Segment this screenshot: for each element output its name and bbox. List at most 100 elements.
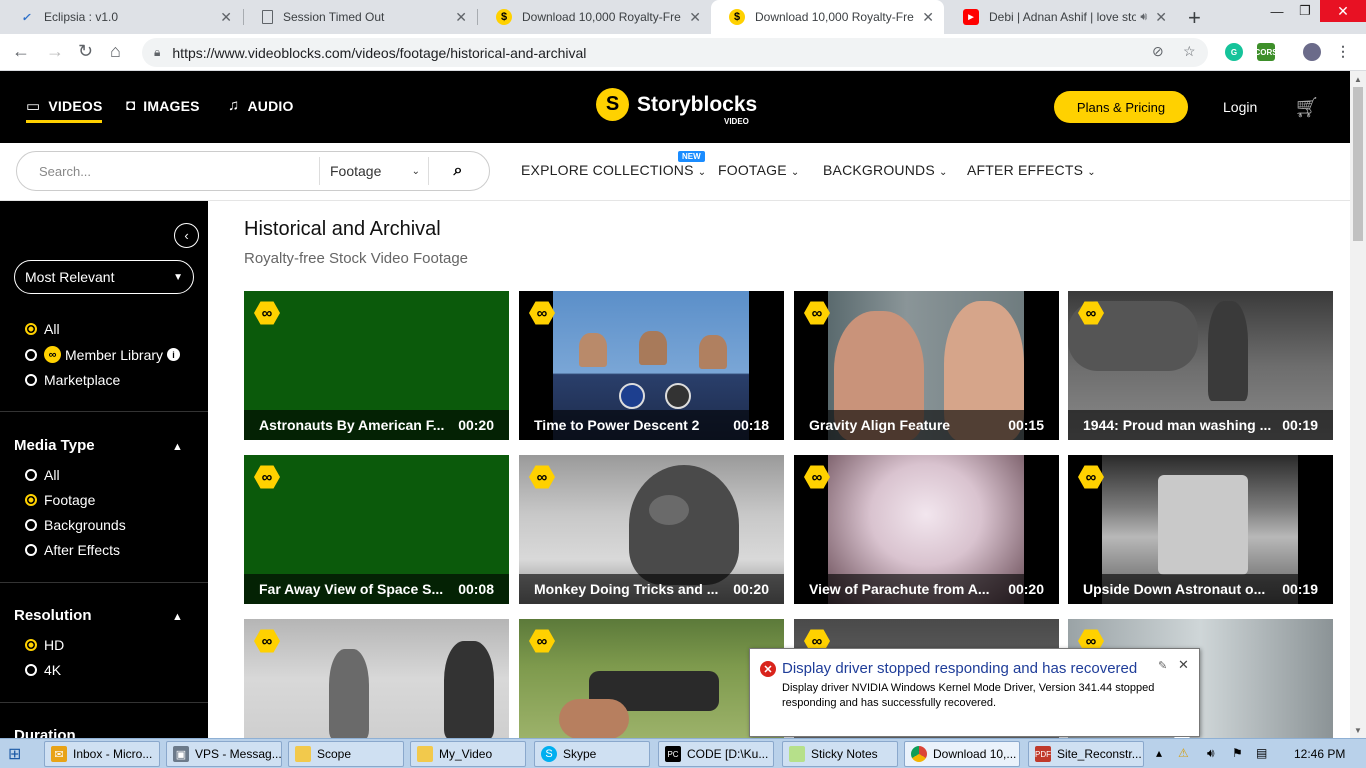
- browser-tab[interactable]: ✓ Eclipsia : v1.0 ✕: [0, 0, 242, 34]
- grammarly-icon[interactable]: G: [1225, 43, 1243, 61]
- filter-media-backgrounds[interactable]: Backgrounds: [25, 517, 126, 533]
- filter-library-all[interactable]: All: [25, 321, 60, 337]
- audio-playing-icon[interactable]: 🔊︎: [1140, 11, 1147, 24]
- taskbar-item-label: My_Video: [439, 747, 493, 761]
- video-card[interactable]: ∞: [244, 619, 509, 738]
- taskbar-item[interactable]: PC CODE [D:\Ku...: [658, 741, 774, 767]
- close-tab-icon[interactable]: ✕: [455, 9, 467, 26]
- login-link[interactable]: Login: [1223, 99, 1257, 115]
- restore-button[interactable]: ❐: [1288, 0, 1322, 22]
- scroll-up-icon[interactable]: ▲: [1354, 75, 1362, 84]
- caret-up-icon[interactable]: ▲: [172, 441, 183, 453]
- menu-footage[interactable]: FOOTAGE ⌄: [718, 162, 800, 178]
- forward-icon[interactable]: →: [46, 41, 64, 62]
- radio-unchecked: [25, 544, 37, 556]
- video-card[interactable]: ∞ Gravity Align Feature 00:15: [794, 291, 1059, 440]
- video-card[interactable]: ∞ View of Parachute from A... 00:20: [794, 455, 1059, 604]
- video-card[interactable]: ∞ Monkey Doing Tricks and ... 00:20: [519, 455, 784, 604]
- media-type-heading[interactable]: Media Type: [14, 437, 95, 454]
- cors-extension-icon[interactable]: CORS: [1254, 43, 1278, 61]
- radio-unchecked: [25, 348, 37, 361]
- plans-pricing-button[interactable]: Plans & Pricing: [1054, 91, 1188, 123]
- browser-tab[interactable]: $ Download 10,000 Royalty-Free H ✕: [478, 0, 711, 34]
- cart-icon[interactable]: 🛒︎: [1294, 95, 1319, 120]
- scroll-down-icon[interactable]: ▼: [1354, 726, 1362, 735]
- nav-videos[interactable]: ▭ VIDEOS: [26, 97, 103, 123]
- profile-avatar[interactable]: [1303, 43, 1321, 61]
- filter-media-footage[interactable]: Footage: [25, 492, 95, 508]
- address-bar[interactable]: 🔒︎ https://www.videoblocks.com/videos/fo…: [142, 38, 1208, 67]
- video-card[interactable]: ∞ 1944: Proud man washing ... 00:19: [1068, 291, 1333, 440]
- menu-kebab-icon[interactable]: ⋮: [1336, 43, 1350, 60]
- browser-tab[interactable]: Session Timed Out ✕: [244, 0, 477, 34]
- taskbar-item-active[interactable]: Download 10,...: [904, 741, 1020, 767]
- reload-icon[interactable]: ↻: [78, 41, 93, 62]
- video-card[interactable]: ∞ Astronauts By American F... 00:20: [244, 291, 509, 440]
- nav-images[interactable]: ◘ IMAGES: [126, 97, 200, 114]
- video-card[interactable]: ∞ Upside Down Astronaut o... 00:19: [1068, 455, 1333, 604]
- video-duration: 00:08: [458, 581, 494, 597]
- filter-media-all[interactable]: All: [25, 467, 60, 483]
- close-window-button[interactable]: ✕: [1320, 0, 1366, 22]
- info-icon[interactable]: i: [167, 348, 181, 361]
- radio-label: Footage: [44, 492, 96, 508]
- driver-notification-balloon[interactable]: ✕ Display driver stopped responding and …: [749, 648, 1200, 747]
- video-thumbnail: [244, 619, 509, 738]
- filter-resolution-4k[interactable]: 4K: [25, 662, 61, 678]
- chevron-down-icon: ⌄: [938, 167, 948, 178]
- video-card[interactable]: ∞: [519, 619, 784, 738]
- close-tab-icon[interactable]: ✕: [220, 9, 232, 26]
- filter-library-member[interactable]: ∞ Member Library i: [25, 346, 181, 363]
- search-bar-row: Search... Footage ⌄ ⌕ NEW EXPLORE COLLEC…: [0, 143, 1350, 201]
- filter-media-after-effects[interactable]: After Effects: [25, 542, 120, 558]
- bookmark-star-icon[interactable]: ☆: [1183, 43, 1196, 60]
- warning-icon[interactable]: ⚠: [1178, 746, 1189, 760]
- flag-icon[interactable]: ⚑: [1232, 746, 1243, 760]
- volume-icon[interactable]: 🔊︎: [1207, 746, 1215, 761]
- scrollbar-thumb[interactable]: [1353, 87, 1363, 241]
- close-tab-icon[interactable]: ✕: [689, 9, 701, 26]
- close-notification-icon[interactable]: ✕: [1178, 657, 1189, 673]
- taskbar-item[interactable]: Sticky Notes: [782, 741, 898, 767]
- close-tab-icon[interactable]: ✕: [1155, 9, 1167, 26]
- close-tab-icon[interactable]: ✕: [922, 9, 934, 26]
- windows-taskbar: ⊞ ✉ Inbox - Micro... ▣ VPS - Messag... Sco…: [0, 738, 1366, 768]
- taskbar-item[interactable]: Scope: [288, 741, 404, 767]
- pin-icon[interactable]: ✎: [1158, 659, 1167, 672]
- video-title: Gravity Align Feature: [809, 417, 951, 433]
- video-card[interactable]: ∞ Time to Power Descent 2 00:18: [519, 291, 784, 440]
- collapse-sidebar-icon[interactable]: ‹: [174, 223, 199, 248]
- taskbar-item[interactable]: My_Video: [410, 741, 526, 767]
- taskbar-item[interactable]: ✉ Inbox - Micro...: [44, 741, 160, 767]
- nav-audio[interactable]: ♫ AUDIO: [228, 97, 294, 114]
- menu-explore-collections[interactable]: EXPLORE COLLECTIONS ⌄: [521, 162, 706, 178]
- menu-backgrounds[interactable]: BACKGROUNDS ⌄: [823, 162, 948, 178]
- network-icon[interactable]: ▤: [1256, 746, 1267, 760]
- taskbar-clock[interactable]: 12:46 PM: [1294, 747, 1345, 761]
- windows-start-icon[interactable]: ⊞: [8, 744, 21, 764]
- back-icon[interactable]: ←: [12, 41, 30, 62]
- taskbar-item[interactable]: S Skype: [534, 741, 650, 767]
- blocked-content-icon[interactable]: ⊘: [1152, 43, 1164, 60]
- home-icon[interactable]: ⌂: [110, 41, 121, 62]
- search-category-select[interactable]: Footage ⌄: [319, 157, 429, 185]
- resolution-heading[interactable]: Resolution: [14, 607, 92, 624]
- show-hidden-icons-icon[interactable]: ▴: [1156, 746, 1162, 760]
- search-input[interactable]: Search...: [17, 164, 319, 179]
- sort-select[interactable]: Most Relevant ▼: [14, 260, 194, 294]
- taskbar-item-label: CODE [D:\Ku...: [687, 747, 769, 761]
- storyblocks-logo[interactable]: S Storyblocks VIDEO: [596, 88, 757, 126]
- browser-tab[interactable]: ▶ Debi | Adnan Ashif | love sto 🔊︎ ✕: [945, 0, 1177, 34]
- page-scrollbar[interactable]: ▲ ▼: [1350, 71, 1366, 738]
- taskbar-item[interactable]: PDF Site_Reconstr...: [1028, 741, 1144, 767]
- menu-after-effects[interactable]: AFTER EFFECTS ⌄: [967, 162, 1096, 178]
- browser-tab-active[interactable]: $ Download 10,000 Royalty-Free H ✕: [711, 0, 944, 34]
- caret-up-icon[interactable]: ▲: [172, 611, 183, 623]
- filter-library-marketplace[interactable]: Marketplace: [25, 372, 120, 388]
- search-icon[interactable]: ⌕: [429, 162, 487, 180]
- taskbar-item[interactable]: ▣ VPS - Messag...: [166, 741, 282, 767]
- filter-resolution-hd[interactable]: HD: [25, 637, 64, 653]
- radio-label: All: [44, 321, 60, 337]
- new-tab-button[interactable]: +: [1188, 5, 1201, 31]
- video-card[interactable]: ∞ Far Away View of Space S... 00:08: [244, 455, 509, 604]
